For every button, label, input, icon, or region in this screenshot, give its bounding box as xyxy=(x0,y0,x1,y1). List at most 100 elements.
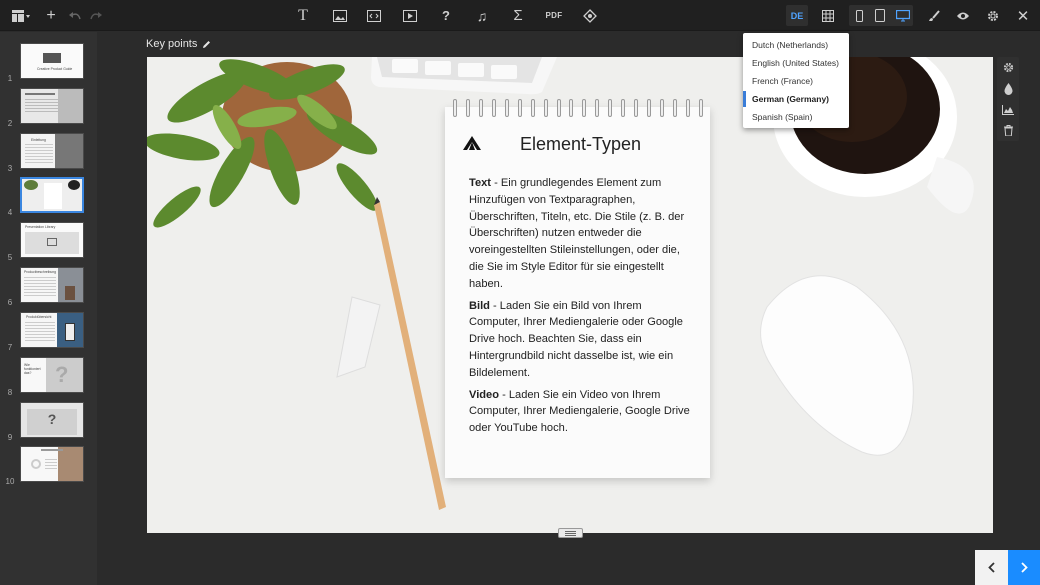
embed-icon xyxy=(47,238,57,246)
pencil-icon[interactable] xyxy=(202,40,211,49)
slide-body-text: Text - Ein grundlegendes Element zum Hin… xyxy=(469,175,695,442)
settings-button[interactable] xyxy=(984,0,1002,31)
paragraph-term: Text xyxy=(469,177,491,189)
slide-thumbnail[interactable]: Presentation Library 5 xyxy=(0,222,97,262)
droplet-icon xyxy=(1003,82,1013,95)
close-icon: ✕ xyxy=(1016,7,1030,25)
slide-thumbnail[interactable]: 4 xyxy=(0,177,97,217)
slide-thumbnail[interactable]: Productbeschreibung 6 xyxy=(0,267,97,307)
slide-thumbnail[interactable]: 10 xyxy=(0,446,97,486)
brand-logo-icon xyxy=(463,136,481,150)
thumbnail-caption: ? xyxy=(47,411,57,427)
slide-thumbnail-preview xyxy=(20,177,84,213)
add-text-button[interactable]: T xyxy=(293,0,313,31)
tablet-view-button[interactable] xyxy=(872,0,888,31)
phone-icon xyxy=(855,9,863,22)
layout-menu-button[interactable] xyxy=(8,0,34,31)
slide-resize-handle[interactable] xyxy=(558,528,583,538)
language-option-french[interactable]: French (France) xyxy=(743,72,849,90)
add-video-button[interactable] xyxy=(400,0,420,31)
add-audio-button[interactable]: ♫ xyxy=(473,0,491,31)
music-icon: ♫ xyxy=(476,7,488,24)
chevron-left-icon xyxy=(988,562,995,573)
desktop-icon xyxy=(896,9,910,21)
thumbnail-text xyxy=(24,277,56,297)
redo-button[interactable] xyxy=(87,0,105,31)
add-hotspot-button[interactable] xyxy=(580,0,600,31)
paragraph-video: Video - Laden Sie ein Video von Ihrem Co… xyxy=(469,387,695,437)
thumbnail-text xyxy=(25,99,59,113)
previous-slide-button[interactable] xyxy=(975,550,1008,585)
slide-color-button[interactable] xyxy=(997,78,1019,99)
slide-analytics-button[interactable] xyxy=(997,99,1019,120)
slide-number: 2 xyxy=(7,119,13,128)
question-icon: ? xyxy=(55,362,69,387)
table-view-button[interactable] xyxy=(818,0,838,31)
next-slide-button[interactable] xyxy=(1008,550,1040,585)
add-pdf-button[interactable]: PDF xyxy=(543,0,565,31)
language-dropdown: Dutch (Netherlands) English (United Stat… xyxy=(743,33,849,128)
thumbnail-caption: Productbeschreibung xyxy=(24,270,57,274)
slide-title-label[interactable]: Key points xyxy=(146,38,211,50)
slide-settings-button[interactable] xyxy=(997,57,1019,78)
undo-button[interactable] xyxy=(66,0,84,31)
add-slide-button[interactable]: + xyxy=(42,0,60,31)
slide-number: 8 xyxy=(7,388,13,397)
notepad-spiral xyxy=(453,99,703,119)
notepad-text-element[interactable]: Element-Typen Text - Ein grundlegendes E… xyxy=(445,99,710,478)
thumbnail-caption: Produktübersicht xyxy=(26,315,52,319)
slide-name: Key points xyxy=(146,38,198,50)
slide-thumbnail[interactable]: Wie funktioniert das? ? 8 xyxy=(0,357,97,397)
paragraph-description: - Ein grundlegendes Element zum Hinzufüg… xyxy=(469,177,685,290)
add-embed-button[interactable] xyxy=(364,0,384,31)
slide-heading: Element-Typen xyxy=(520,134,642,154)
table-icon xyxy=(822,9,834,22)
thumbnail-text xyxy=(25,322,55,342)
slide-thumbnail[interactable]: ? 9 xyxy=(0,402,97,442)
layout-icon xyxy=(12,9,30,22)
language-option-dutch[interactable]: Dutch (Netherlands) xyxy=(743,36,849,54)
grip-icon xyxy=(565,530,576,536)
thumbnail-text xyxy=(41,449,63,451)
language-option-english[interactable]: English (United States) xyxy=(743,54,849,72)
paragraph-description: - Laden Sie ein Video von Ihrem Computer… xyxy=(469,388,690,435)
text-icon: T xyxy=(298,6,308,24)
slide-number: 9 xyxy=(7,433,13,442)
slide-thumbnail-preview xyxy=(20,88,84,124)
paragraph-text: Text - Ein grundlegendes Element zum Hin… xyxy=(469,175,695,293)
thumbnail-plant xyxy=(24,180,38,190)
gear-icon xyxy=(1003,62,1013,73)
preview-button[interactable] xyxy=(954,0,972,31)
chevron-right-icon xyxy=(1020,562,1028,573)
add-formula-button[interactable]: Σ xyxy=(509,0,527,31)
slide-canvas[interactable]: Element-Typen Text - Ein grundlegendes E… xyxy=(147,57,993,533)
sigma-icon: Σ xyxy=(513,7,523,24)
thumbnail-chart xyxy=(31,459,41,469)
thumbnail-caption: Creative Product Guide xyxy=(37,67,73,71)
slide-thumbnail-preview: Presentation Library xyxy=(20,222,84,258)
slide-thumbnail-preview xyxy=(20,446,84,482)
slide-thumbnail-preview: Productbeschreibung xyxy=(20,267,84,303)
language-selector[interactable]: DE xyxy=(786,5,808,26)
top-toolbar: + T ? ♫ Σ PDF DE ✕ xyxy=(0,0,1040,31)
delete-slide-button[interactable] xyxy=(997,120,1019,141)
phone-view-button[interactable] xyxy=(851,0,867,31)
close-button[interactable]: ✕ xyxy=(1014,0,1032,31)
eye-icon xyxy=(957,12,969,19)
slide-thumbnail[interactable]: 2 xyxy=(0,88,97,128)
add-question-button[interactable]: ? xyxy=(437,0,455,31)
language-option-german[interactable]: German (Germany) xyxy=(743,90,849,108)
pdf-icon: PDF xyxy=(545,11,563,20)
desktop-view-button[interactable] xyxy=(894,0,912,31)
thumbnail-caption: Wie funktioniert das? xyxy=(24,363,41,375)
slide-thumbnail[interactable]: Einleitung 3 xyxy=(0,133,97,173)
slide-tools-panel xyxy=(997,57,1019,141)
paragraph-term: Video xyxy=(469,388,500,401)
thumbnail-image xyxy=(65,286,75,300)
slide-thumbnail[interactable]: Creative Product Guide 1 xyxy=(0,43,97,83)
language-option-spanish[interactable]: Spanish (Spain) xyxy=(743,108,849,126)
undo-icon xyxy=(69,11,81,19)
add-image-button[interactable] xyxy=(330,0,350,31)
style-editor-button[interactable] xyxy=(925,0,943,31)
slide-thumbnail[interactable]: Produktübersicht 7 xyxy=(0,312,97,352)
